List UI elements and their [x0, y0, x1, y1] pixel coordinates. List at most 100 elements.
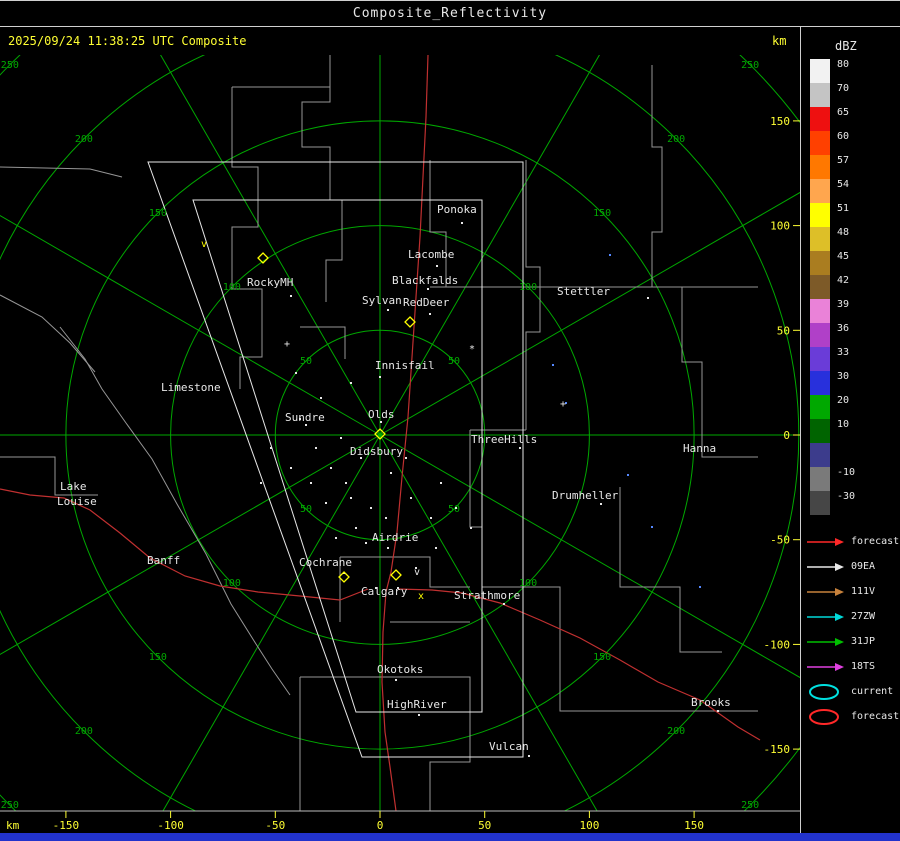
- legend-label: 27ZW: [851, 611, 876, 622]
- scale-color-box: [810, 155, 830, 179]
- city-label: Lacombe: [408, 248, 454, 261]
- city-label: Sylvan: [362, 294, 402, 307]
- scale-row: 60: [810, 131, 900, 155]
- bottom-axis-label: 150: [684, 819, 704, 832]
- town-dot: [320, 397, 322, 399]
- bottom-axis-unit-label: km: [6, 819, 20, 832]
- scale-value-label: 36: [837, 323, 850, 334]
- right-axis-label: 0: [783, 429, 790, 442]
- scale-row: [810, 443, 900, 467]
- town-dot: [528, 755, 530, 757]
- coverage-outline: [147, 161, 524, 758]
- legend-label: 18TS: [851, 661, 876, 672]
- scale-value-label: 33: [837, 347, 850, 358]
- range-ring-label: 50: [300, 356, 312, 367]
- town-dot: [387, 309, 389, 311]
- bottom-axis-label: -150: [53, 819, 80, 832]
- scale-color-box: [810, 251, 830, 275]
- town-dot: [350, 497, 352, 499]
- town-dot: [519, 447, 521, 449]
- window-title-bar: Composite_Reflectivity: [0, 0, 900, 27]
- scale-row: 42: [810, 275, 900, 299]
- scale-color-box: [810, 107, 830, 131]
- grid-radial-line: [379, 55, 600, 436]
- scale-value-label: 30: [837, 371, 850, 382]
- city-label: Calgary: [361, 585, 408, 598]
- scale-row: -10: [810, 467, 900, 491]
- track-arrow-icon: [807, 662, 844, 671]
- town-dot: [340, 437, 342, 439]
- legend-item: 111V: [807, 579, 900, 604]
- legend-label: 111V: [851, 586, 876, 597]
- town-dot: [305, 424, 307, 426]
- highway-line: [0, 488, 369, 601]
- scale-row: 20: [810, 395, 900, 419]
- range-ring-label: 150: [593, 208, 611, 219]
- legend-label: 09EA: [851, 561, 876, 572]
- county-boundary: [0, 166, 123, 178]
- county-boundary: [429, 160, 447, 287]
- city-label: Airdrie: [372, 531, 418, 544]
- cell-ellipse-icon: [809, 708, 839, 725]
- legend-label: 31JP: [851, 636, 876, 647]
- range-ring-label: 100: [519, 578, 537, 589]
- town-dot: [295, 372, 297, 374]
- city-label: Stettler: [557, 285, 610, 298]
- scale-value-label: -30: [837, 491, 856, 502]
- lake-dot: [609, 254, 611, 256]
- scale-value-label: 10: [837, 419, 850, 430]
- town-dot: [427, 288, 429, 290]
- right-axis-label: 150: [770, 115, 790, 128]
- town-dot: [379, 376, 381, 378]
- scale-row: 45: [810, 251, 900, 275]
- scale-row: 39: [810, 299, 900, 323]
- map-symbol: x: [418, 591, 424, 602]
- scale-row: 36: [810, 323, 900, 347]
- map-layer: 50 50 50 50 100 100 100 100 150 150 150 150 200 200 20…: [0, 55, 800, 811]
- range-ring-label: 200: [667, 726, 685, 737]
- county-boundary: [681, 287, 758, 458]
- scale-color-box: [810, 419, 830, 443]
- county-boundary: [301, 55, 343, 302]
- town-dot: [647, 297, 649, 299]
- color-scale: 80 70 65 60 57 54 51 48 45 42 39 36 33 30 20 10 -10 -30: [810, 59, 900, 515]
- scale-color-box: [810, 83, 830, 107]
- lake-dot: [651, 526, 653, 528]
- city-label: Okotoks: [377, 663, 423, 676]
- legend-label: forecast: [851, 536, 900, 547]
- scale-row: 65: [810, 107, 900, 131]
- county-boundary: [0, 294, 96, 373]
- scale-color-box: [810, 371, 830, 395]
- map-symbol: *: [469, 344, 475, 355]
- scale-color-box: [810, 131, 830, 155]
- radar-application-window: Composite_Reflectivity 2025/09/24 11:38:…: [0, 0, 900, 841]
- scale-value-label: 57: [837, 155, 850, 166]
- county-boundary: [300, 326, 346, 359]
- legend-item: current: [807, 679, 900, 704]
- bottom-axis-label: 50: [478, 819, 491, 832]
- scale-color-box: [810, 203, 830, 227]
- town-dot: [435, 547, 437, 549]
- scale-color-box: [810, 443, 830, 467]
- city-label: RockyMH: [247, 276, 293, 289]
- town-dot: [418, 714, 420, 716]
- city-label: Drumheller: [552, 489, 619, 502]
- range-ring-label: 100: [223, 282, 241, 293]
- town-dot: [440, 482, 442, 484]
- scale-row: 51: [810, 203, 900, 227]
- grid-radial-line: [379, 434, 800, 679]
- scale-color-box: [810, 467, 830, 491]
- scale-value-label: 51: [837, 203, 850, 214]
- town-dot: [290, 295, 292, 297]
- town-dot: [387, 547, 389, 549]
- county-boundary: [469, 430, 483, 587]
- town-dot: [405, 457, 407, 459]
- scale-color-box: [810, 59, 830, 83]
- scale-value-label: 80: [837, 59, 850, 70]
- legend: forecast 09EA 111V 27ZW 31JP 18TS current forec…: [807, 529, 900, 729]
- bottom-axis-label: 0: [377, 819, 384, 832]
- scale-row: 30: [810, 371, 900, 395]
- town-dot: [330, 467, 332, 469]
- scale-color-box: [810, 347, 830, 371]
- town-dot: [380, 421, 382, 423]
